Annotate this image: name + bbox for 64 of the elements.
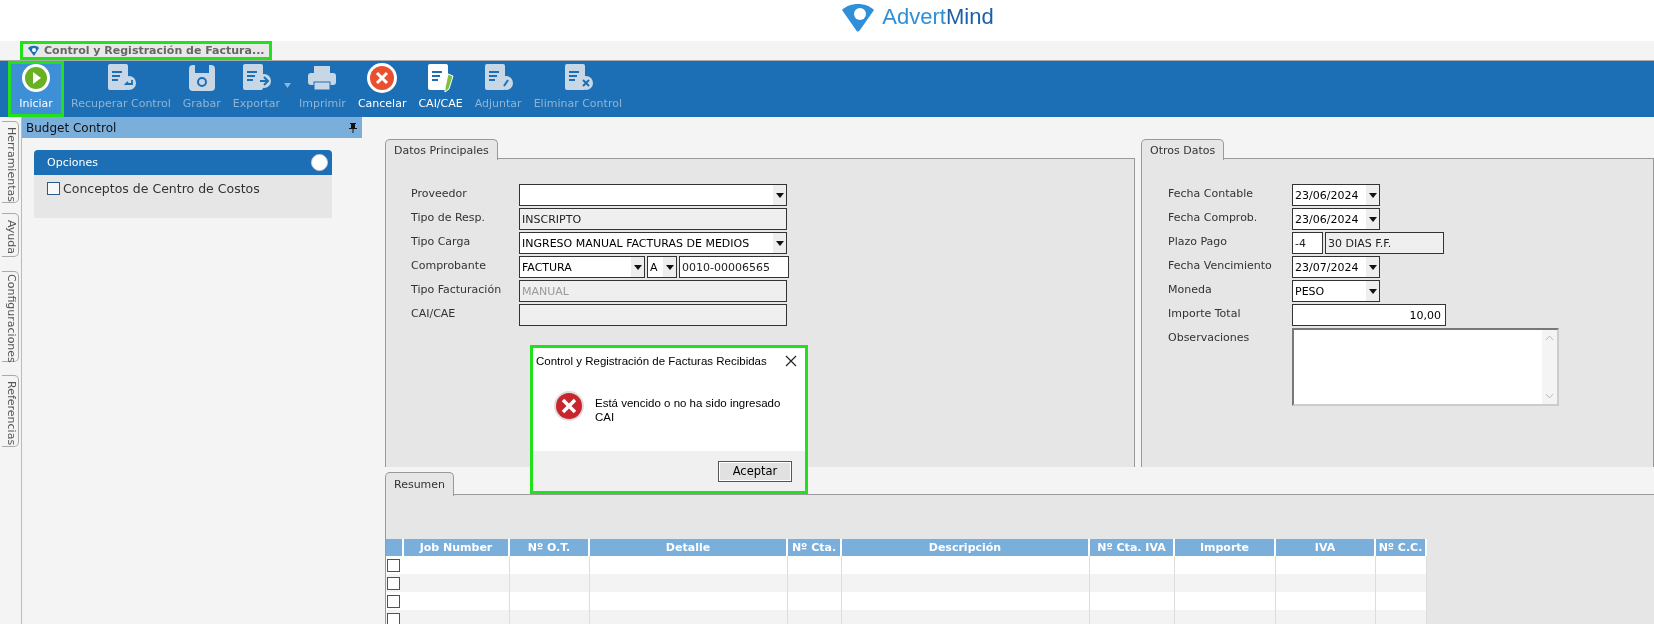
checkbox[interactable] — [47, 182, 60, 195]
row-checkbox[interactable] — [387, 558, 400, 572]
accept-button[interactable]: Aceptar — [718, 460, 792, 482]
field-label: Proveedor — [411, 186, 468, 200]
dropdown-field[interactable]: FACTURA — [519, 256, 645, 278]
text-field[interactable]: 30 DIAS F.F. — [1325, 232, 1444, 254]
dropdown-icon[interactable] — [775, 192, 784, 198]
side-tab[interactable]: Configuraciones — [2, 271, 19, 362]
dropdown-icon[interactable] — [775, 240, 784, 246]
dropdown-icon[interactable] — [633, 264, 642, 270]
logo-text: AdvertMind — [882, 4, 994, 30]
field-label: Plazo Pago — [1168, 234, 1229, 248]
row-checkbox[interactable] — [387, 612, 400, 624]
text-field[interactable]: INSCRIPTO — [519, 208, 787, 230]
side-tab[interactable]: Referencias — [2, 375, 19, 447]
dropdown-field[interactable]: 23/06/2024 — [1292, 208, 1380, 230]
dropdown-icon[interactable] — [1368, 216, 1377, 222]
group-tab[interactable]: Resumen — [385, 472, 455, 496]
group-tab[interactable]: Otros Datos — [1141, 139, 1225, 160]
field-label: Tipo de Resp. — [411, 210, 487, 224]
amount-field[interactable]: 10,00 — [1292, 304, 1446, 326]
field-label: Tipo Carga — [411, 234, 472, 248]
dropdown-icon[interactable] — [665, 264, 674, 270]
error-icon — [553, 390, 585, 422]
side-tab[interactable]: Ayuda — [2, 213, 19, 257]
document-tab[interactable]: Control y Registración de Factura... — [20, 41, 272, 60]
field-label: Tipo Facturación — [411, 282, 503, 296]
collapse-icon[interactable] — [311, 154, 328, 171]
field-label: CAI/CAE — [411, 306, 457, 320]
dropdown-field[interactable]: A — [647, 256, 677, 278]
field-label: Importe Total — [1168, 306, 1242, 320]
pin-icon[interactable] — [349, 122, 357, 133]
group-tab[interactable]: Datos Principales — [385, 139, 498, 160]
toolbar-icon — [366, 62, 399, 94]
dropdown-icon[interactable] — [1368, 288, 1377, 294]
row-checkbox[interactable] — [387, 594, 400, 608]
dropdown-field[interactable]: 23/06/2024 — [1292, 184, 1380, 206]
dropdown-icon[interactable] — [1368, 192, 1377, 198]
panel-title: Budget Control — [26, 120, 117, 135]
field-label: Fecha Contable — [1168, 186, 1254, 200]
field-label: Fecha Vencimiento — [1168, 258, 1273, 272]
text-field[interactable]: 0010-00006565 — [679, 256, 789, 278]
section-title: Opciones — [47, 156, 98, 169]
field-label: Comprobante — [411, 258, 487, 272]
dropdown-field[interactable]: 23/07/2024 — [1292, 256, 1380, 278]
field-label: Moneda — [1168, 282, 1213, 296]
dropdown-field[interactable]: INGRESO MANUAL FACTURAS DE MEDIOS — [519, 232, 787, 254]
app-icon — [27, 44, 40, 57]
side-tab[interactable]: Herramientas — [2, 121, 19, 203]
close-icon[interactable] — [785, 355, 797, 367]
toolbar-icon — [20, 62, 52, 94]
toolbar-button[interactable]: Cancelar — [352, 61, 412, 117]
logo-icon — [840, 2, 877, 32]
dropdown-field[interactable] — [519, 184, 787, 206]
dialog-title: Control y Registración de Facturas Recibidas — [536, 355, 767, 367]
text-field[interactable]: -4 — [1292, 232, 1323, 254]
field-label: Observaciones — [1168, 330, 1251, 344]
row-checkbox[interactable] — [387, 576, 400, 590]
dropdown-field[interactable]: PESO — [1292, 280, 1380, 302]
dropdown-icon[interactable] — [1368, 264, 1377, 270]
dialog-message: Está vencido o no ha sido ingresado CAI — [595, 396, 782, 424]
field-label: Fecha Comprob. — [1168, 210, 1259, 224]
toolbar-button[interactable]: CAI/CAE — [413, 61, 468, 117]
text-field[interactable] — [519, 304, 787, 326]
